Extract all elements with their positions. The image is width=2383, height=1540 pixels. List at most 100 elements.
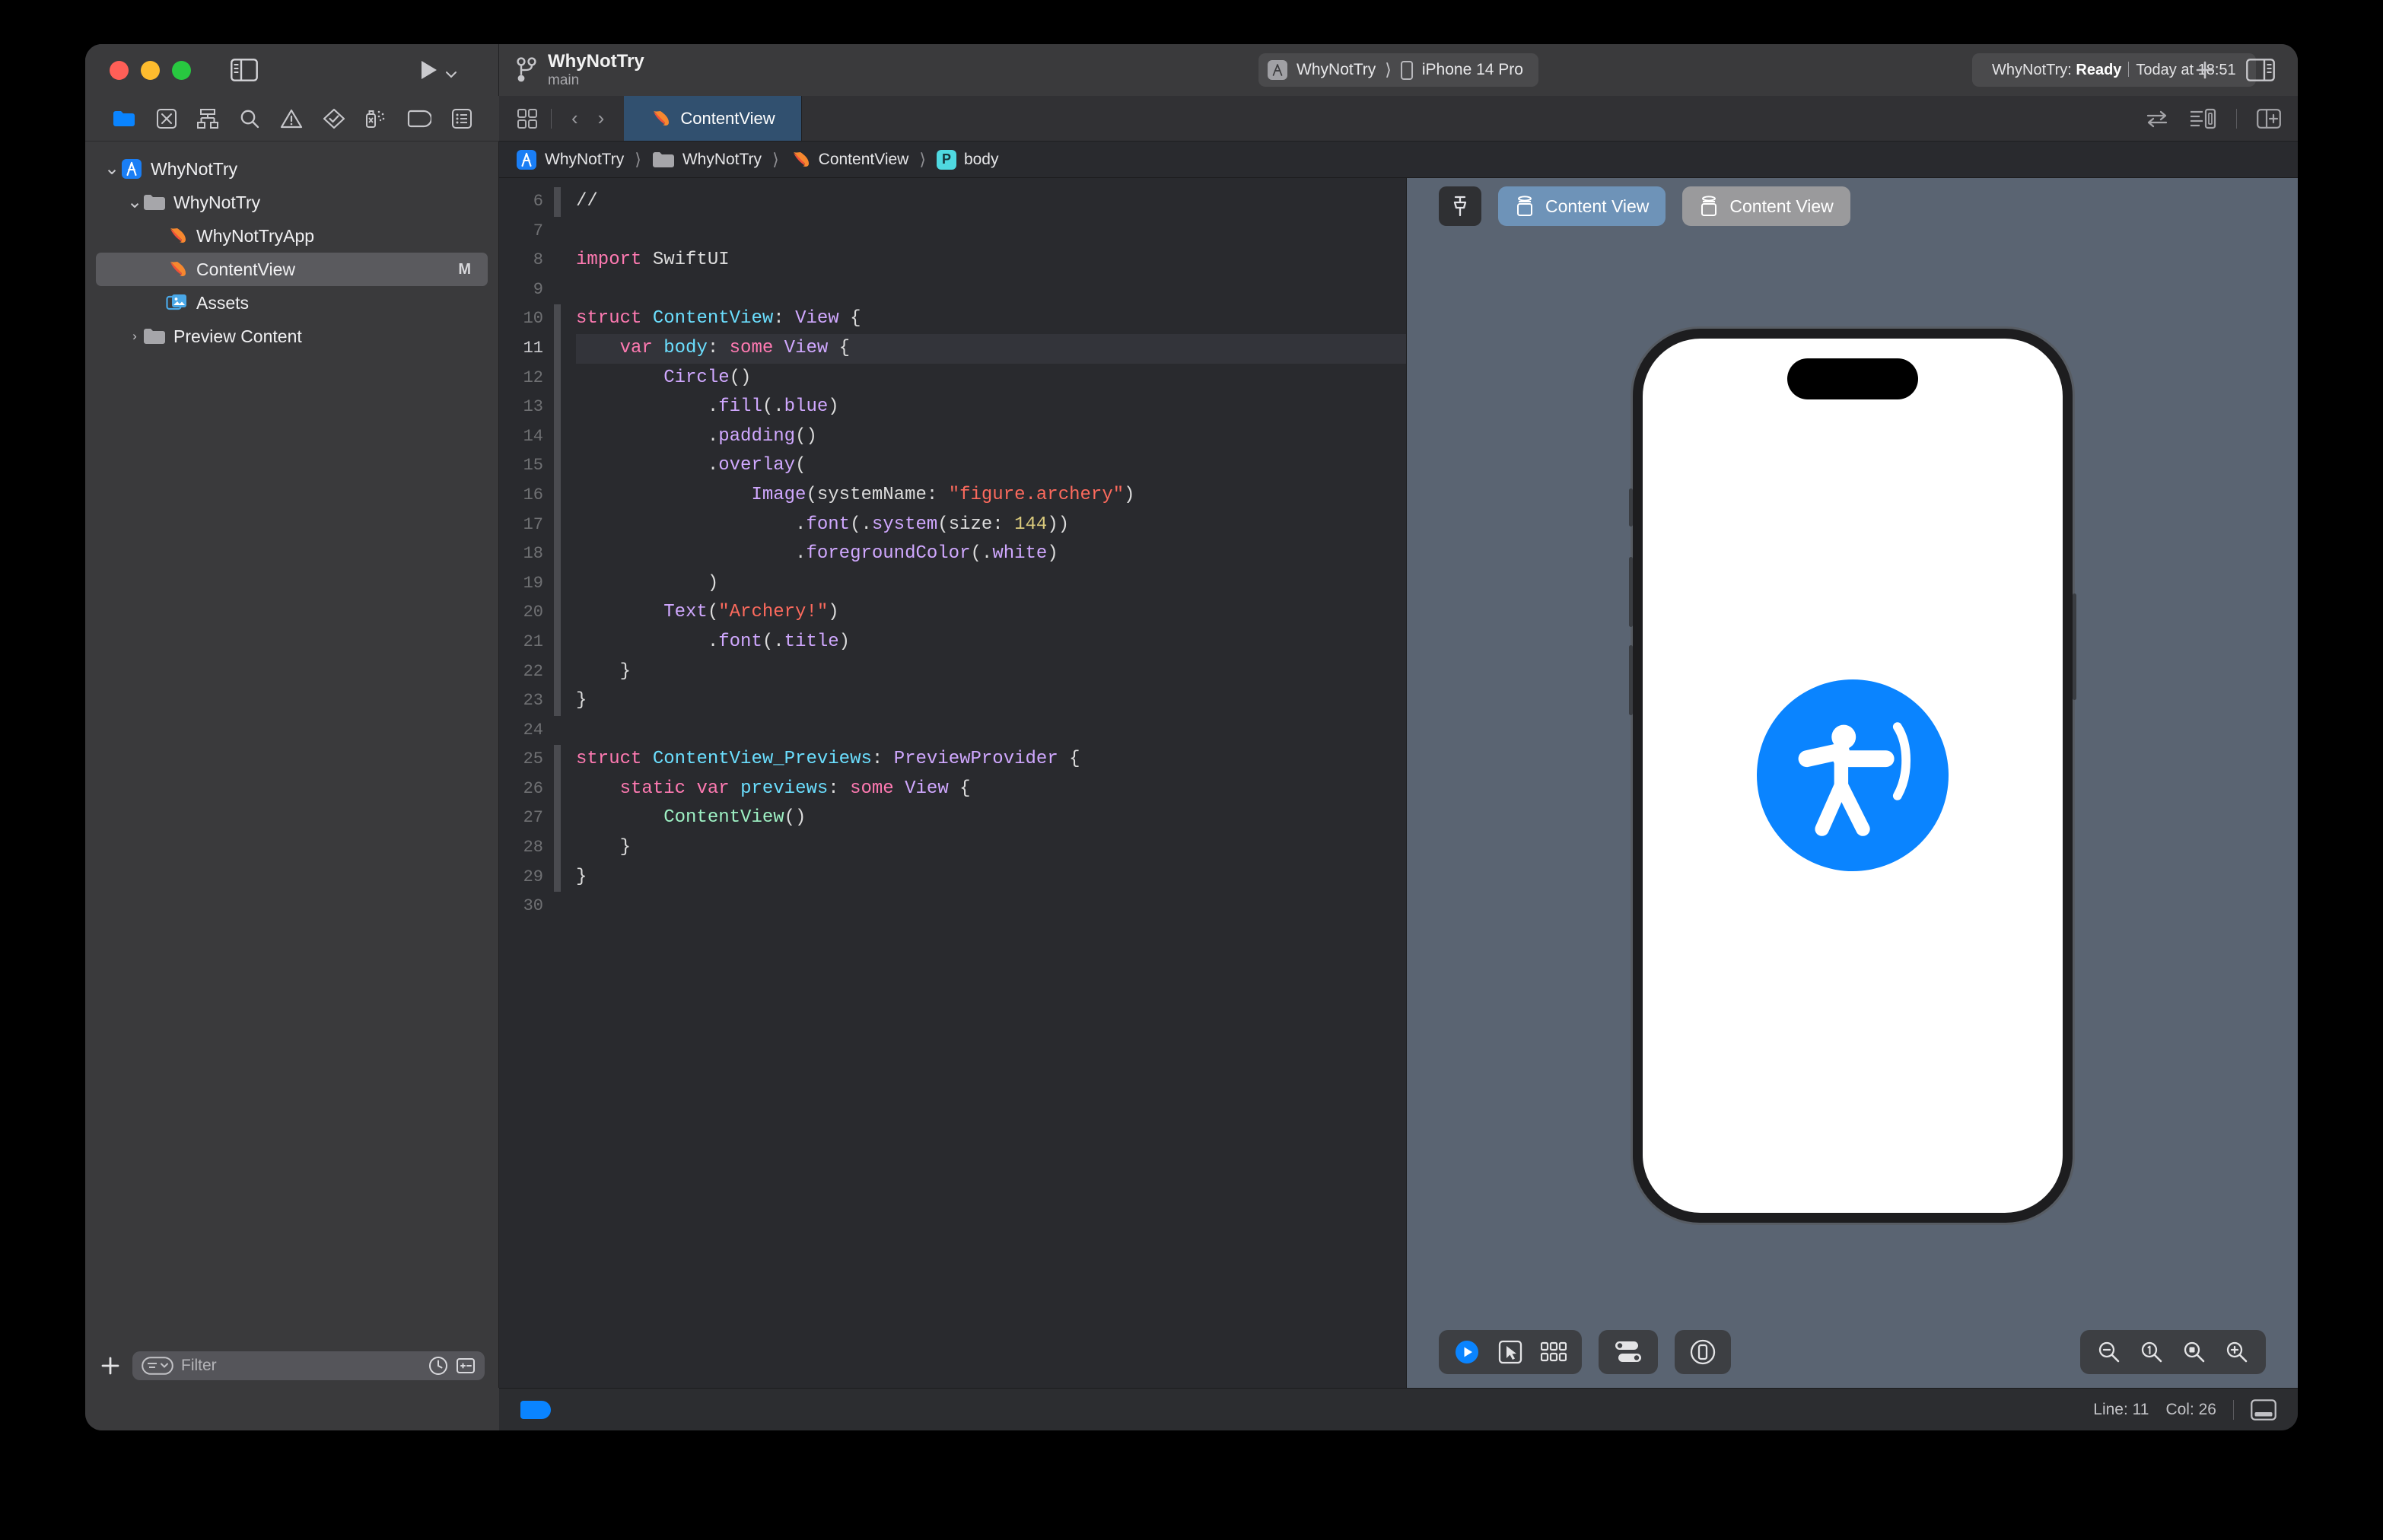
- add-editor-icon[interactable]: [2257, 108, 2281, 129]
- run-button[interactable]: [415, 57, 459, 83]
- report-list-icon[interactable]: [451, 108, 472, 129]
- minimize-button[interactable]: [141, 60, 160, 80]
- disclosure-triangle[interactable]: ›: [126, 329, 143, 344]
- sidebar-toggle-icon[interactable]: [231, 59, 258, 81]
- fold-ribbon-segment[interactable]: [554, 892, 561, 921]
- code-folding-ribbon[interactable]: [554, 178, 561, 1388]
- folder-icon[interactable]: [112, 109, 136, 129]
- navigate-back-button[interactable]: ‹: [564, 107, 586, 130]
- swap-arrows-icon[interactable]: [2145, 108, 2169, 129]
- fold-ribbon-segment[interactable]: [554, 568, 561, 599]
- canvas-layout-icon[interactable]: [2189, 108, 2216, 129]
- code-line[interactable]: ): [576, 569, 1406, 599]
- preview-variant-active[interactable]: Content View: [1498, 186, 1666, 226]
- fold-ribbon-segment[interactable]: [554, 539, 561, 569]
- fold-ribbon-segment[interactable]: [554, 686, 561, 716]
- grid-dots-icon[interactable]: [1541, 1341, 1567, 1363]
- magnifier-minus-icon[interactable]: [2097, 1340, 2121, 1364]
- fold-ribbon-segment[interactable]: [554, 187, 561, 217]
- preview-variant-inactive[interactable]: Content View: [1682, 186, 1850, 226]
- code-line[interactable]: }: [576, 657, 1406, 687]
- magnifier-fit-icon[interactable]: [2182, 1340, 2206, 1364]
- code-line[interactable]: [576, 275, 1406, 305]
- code-line[interactable]: }: [576, 863, 1406, 892]
- tree-item-contentview[interactable]: ContentView M: [96, 253, 488, 286]
- tree-item-whynottry[interactable]: ⌄ WhyNotTry: [85, 152, 498, 186]
- plus-icon[interactable]: [2193, 58, 2217, 82]
- play-circle-icon[interactable]: [1454, 1339, 1480, 1365]
- close-button[interactable]: [110, 60, 129, 80]
- code-line[interactable]: .font(.system(size: 144)): [576, 511, 1406, 540]
- breadcrumb-item-body[interactable]: Pbody: [936, 149, 999, 170]
- code-line[interactable]: }: [576, 686, 1406, 716]
- code-line[interactable]: Circle(): [576, 364, 1406, 393]
- fold-ribbon-segment[interactable]: [554, 774, 561, 804]
- search-icon[interactable]: [239, 108, 260, 129]
- disclosure-triangle[interactable]: ⌄: [126, 193, 143, 212]
- fold-ribbon-segment[interactable]: [554, 393, 561, 422]
- zoom-button[interactable]: [172, 60, 191, 80]
- navigate-forward-button[interactable]: ›: [590, 107, 612, 130]
- fold-ribbon-segment[interactable]: [554, 333, 561, 364]
- disclosure-triangle[interactable]: ⌄: [103, 160, 120, 178]
- code-line[interactable]: var body: some View {: [576, 333, 1406, 364]
- add-file-button[interactable]: [99, 1354, 122, 1377]
- fold-ribbon-segment[interactable]: [554, 598, 561, 628]
- breadcrumb-item-whynottry[interactable]: WhyNotTry: [652, 151, 762, 169]
- code-text[interactable]: // import SwiftUI struct ContentView: Vi…: [561, 178, 1406, 1388]
- fold-ribbon-segment[interactable]: [554, 862, 561, 892]
- code-line[interactable]: [576, 892, 1406, 921]
- fold-ribbon-segment[interactable]: [554, 803, 561, 834]
- tree-item-whynottryapp[interactable]: WhyNotTryApp: [85, 219, 498, 253]
- pin-preview-button[interactable]: [1439, 186, 1481, 226]
- branch-indicator[interactable]: WhyNotTry main: [516, 51, 644, 88]
- source-control-icon[interactable]: [156, 108, 177, 129]
- fold-ribbon-segment[interactable]: [554, 246, 561, 275]
- warning-triangle-icon[interactable]: [280, 108, 303, 129]
- fold-ribbon-segment[interactable]: [554, 422, 561, 452]
- switches-icon[interactable]: [1614, 1340, 1643, 1364]
- cursor-box-icon[interactable]: [1498, 1340, 1522, 1364]
- tag-icon[interactable]: [407, 110, 432, 128]
- code-line[interactable]: static var previews: some View {: [576, 775, 1406, 804]
- tree-item-assets[interactable]: Assets: [85, 286, 498, 320]
- fold-ribbon-segment[interactable]: [554, 480, 561, 511]
- code-line[interactable]: .overlay(: [576, 451, 1406, 481]
- tab-contentview[interactable]: ContentView: [624, 96, 802, 141]
- code-line[interactable]: Image(systemName: "figure.archery"): [576, 481, 1406, 511]
- project-navigator-tree[interactable]: ⌄ WhyNotTry ⌄ WhyNotTry WhyNotTryApp ContentV…: [85, 142, 498, 1344]
- spray-icon[interactable]: [364, 108, 387, 129]
- fold-ribbon-segment[interactable]: [554, 451, 561, 481]
- scheme-selector[interactable]: WhyNotTry ⟩ iPhone 14 Pro: [1258, 53, 1538, 87]
- code-line[interactable]: struct ContentView: View {: [576, 304, 1406, 334]
- source-code-editor[interactable]: 6 7 8 9 10 11 12 13 14 15 16 17 18 19 20 21 22 23 24 25 26 27…: [499, 178, 1406, 1388]
- code-line[interactable]: .padding(): [576, 422, 1406, 452]
- breakpoint-tag[interactable]: [520, 1400, 551, 1419]
- breadcrumb[interactable]: WhyNotTry ⟩ WhyNotTry ⟩ ContentView ⟩ Pbody: [499, 142, 2298, 178]
- code-line[interactable]: Text("Archery!"): [576, 598, 1406, 628]
- recent-changes-icon[interactable]: [456, 1356, 476, 1376]
- filter-dropdown-icon[interactable]: [142, 1357, 173, 1375]
- code-line[interactable]: struct ContentView_Previews: PreviewProv…: [576, 745, 1406, 775]
- magnifier-plus-icon[interactable]: [2225, 1340, 2249, 1364]
- hierarchy-icon[interactable]: [196, 108, 219, 129]
- fold-ribbon-segment[interactable]: [554, 363, 561, 393]
- code-line[interactable]: .fill(.blue): [576, 393, 1406, 422]
- fold-ribbon-segment[interactable]: [554, 304, 561, 334]
- code-line[interactable]: import SwiftUI: [576, 246, 1406, 275]
- breadcrumb-item-contentview[interactable]: ContentView: [790, 150, 908, 170]
- code-line[interactable]: [576, 716, 1406, 746]
- fold-ribbon-segment[interactable]: [554, 217, 561, 247]
- debug-area-toggle-icon[interactable]: [2251, 1398, 2276, 1421]
- diamond-check-icon[interactable]: [323, 108, 345, 129]
- clock-icon[interactable]: [428, 1356, 448, 1376]
- fold-ribbon-segment[interactable]: [554, 745, 561, 775]
- breadcrumb-item-whynottry[interactable]: WhyNotTry: [516, 149, 624, 170]
- fold-ribbon-segment[interactable]: [554, 275, 561, 305]
- code-line[interactable]: [576, 217, 1406, 247]
- magnifier-one-icon[interactable]: [2140, 1340, 2164, 1364]
- fold-ribbon-segment[interactable]: [554, 510, 561, 540]
- inspector-toggle-icon[interactable]: [2246, 59, 2275, 81]
- tab-grid-icon[interactable]: [516, 107, 539, 130]
- fold-ribbon-segment[interactable]: [554, 833, 561, 863]
